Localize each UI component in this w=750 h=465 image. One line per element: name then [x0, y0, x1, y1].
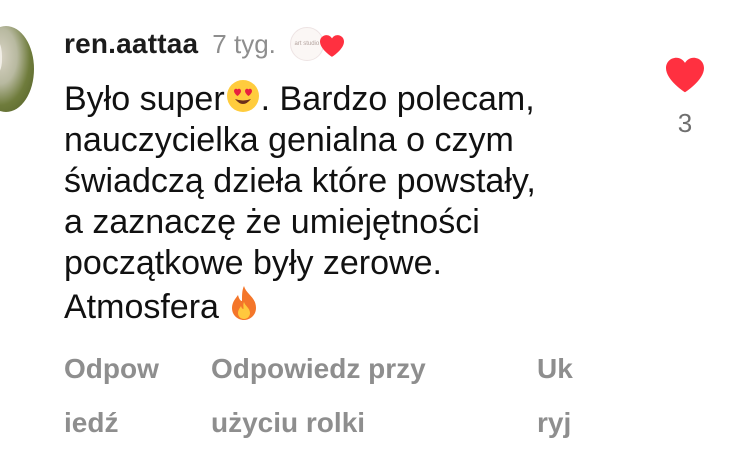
comment-actions: Odpow iedź Odpowiedz przy użyciu rolki U…: [64, 342, 684, 442]
avatar-photo-subject: [0, 36, 2, 76]
comment-text-segment: Atmosfera: [64, 288, 219, 326]
hide-label-line-1: Uk: [537, 353, 573, 384]
username[interactable]: ren.aattaa: [64, 28, 198, 60]
comment-header: ren.aattaa 7 tyg. art studio: [64, 24, 346, 64]
comment-text-line-5: początkowe były zerowe.: [64, 244, 442, 282]
like-count[interactable]: 3: [678, 108, 692, 139]
creator-liked-badge: art studio: [289, 26, 346, 62]
fire-emoji-icon: [232, 286, 257, 320]
timestamp: 7 tyg.: [212, 28, 276, 59]
comment-text-line-2: nauczycielka genialna o czym: [64, 121, 514, 159]
like-area: 3: [662, 56, 708, 139]
comment-text-line-1: Było super . Bardzo polecam,: [64, 78, 644, 120]
reply-with-reel-label-line-2: użyciu rolki: [211, 407, 366, 438]
comment-text-line-3: świadczą dzieła które powstały,: [64, 162, 536, 200]
comment-text-segment: Było super: [64, 80, 225, 118]
comment-text-segment: . Bardzo polecam,: [260, 80, 535, 118]
reply-with-reel-button[interactable]: Odpowiedz przy użyciu rolki: [211, 342, 426, 450]
reply-button[interactable]: Odpow iedź: [64, 342, 159, 450]
heart-eyes-emoji-icon: [226, 80, 259, 112]
reply-label-line-1: Odpow: [64, 353, 159, 384]
comment-text: Było super . Bardzo polecam, nauczycielk…: [64, 78, 644, 328]
avatar[interactable]: [0, 26, 34, 112]
hide-label-line-2: ryj: [537, 407, 572, 438]
comment-text-line-6: Atmosfera: [64, 284, 644, 328]
comment-text-line-4: a zaznaczę że umiejętności: [64, 203, 480, 241]
heart-icon: [319, 35, 344, 57]
hide-button[interactable]: Uk ryj: [537, 342, 573, 450]
heart-icon[interactable]: [664, 56, 706, 94]
comment-item: ren.aattaa 7 tyg. art studio Było super …: [0, 0, 750, 465]
reply-with-reel-label-line-1: Odpowiedz przy: [211, 353, 426, 384]
reply-label-line-2: iedź: [64, 407, 119, 438]
